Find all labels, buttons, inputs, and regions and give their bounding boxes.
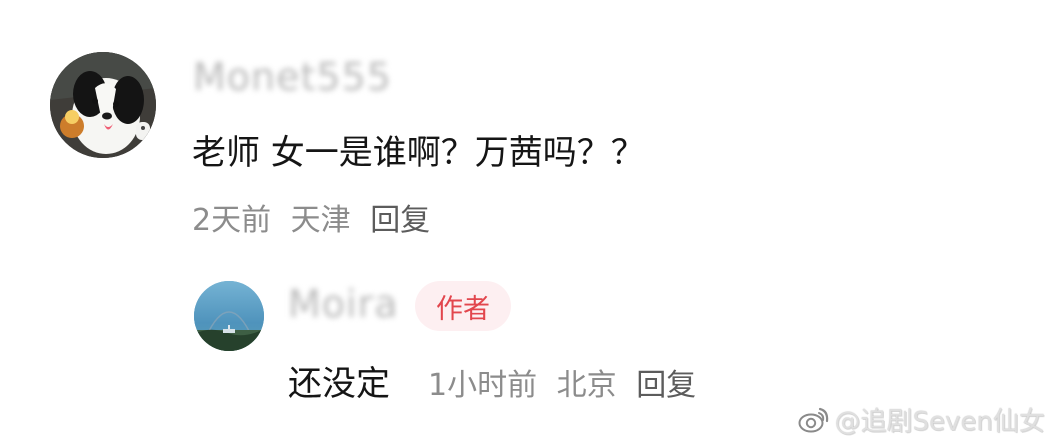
reply-text: 还没定: [288, 364, 390, 404]
comment-time: 2天前: [192, 203, 272, 238]
watermark: @追剧Seven仙女: [797, 401, 1045, 438]
comment-location: 天津: [290, 203, 351, 238]
username[interactable]: Monet555: [193, 55, 392, 99]
comment-meta: 2天前 天津 回复: [192, 195, 440, 239]
watermark-text: @追剧Seven仙女: [834, 407, 1045, 437]
reply-button[interactable]: 回复: [370, 203, 430, 238]
reply-time: 1小时前: [428, 368, 538, 403]
reply-meta: 1小时前 北京 回复: [428, 360, 706, 404]
comment-thread: Monet555 老师 女一是谁啊？万茜吗？？ 2天前 天津 回复 Moira …: [0, 0, 1057, 442]
comment-text: 老师 女一是谁啊？万茜吗？？: [192, 133, 645, 173]
reply-button[interactable]: 回复: [636, 368, 696, 403]
author-username[interactable]: Moira: [288, 282, 399, 326]
author-avatar[interactable]: [194, 281, 264, 351]
dog-avatar-image: [50, 52, 156, 158]
avatar[interactable]: [50, 52, 156, 158]
weibo-icon: [798, 407, 828, 432]
landscape-avatar-image: [194, 281, 264, 351]
reply-location: 北京: [556, 368, 617, 403]
author-badge: 作者: [415, 281, 511, 331]
